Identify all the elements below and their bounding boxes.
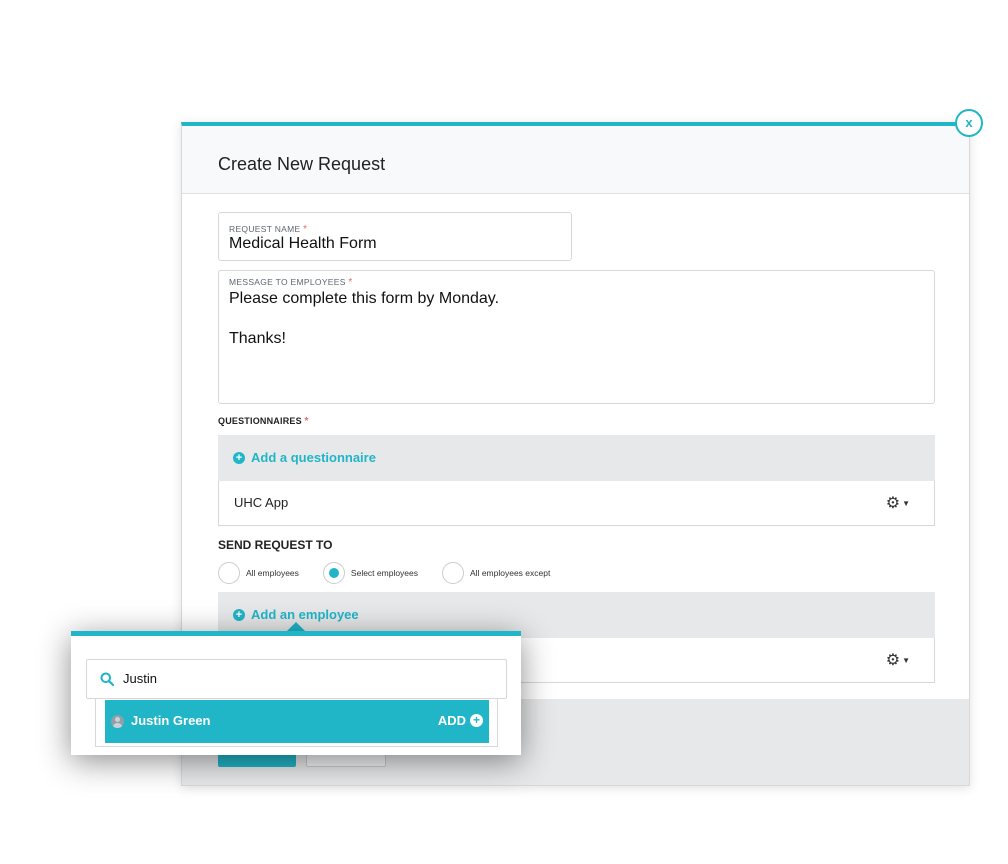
radio-button[interactable] bbox=[218, 562, 240, 584]
add-employee-link[interactable]: + Add an employee bbox=[233, 607, 359, 622]
required-mark: * bbox=[304, 416, 309, 427]
questionnaire-name: UHC App bbox=[234, 495, 289, 510]
message-value: Please complete this form by Monday. Tha… bbox=[229, 290, 500, 347]
employee-search-input[interactable]: Justin bbox=[86, 659, 507, 699]
gear-icon[interactable]: ⚙ ▼ bbox=[886, 650, 910, 670]
add-questionnaire-link[interactable]: + Add a questionnaire bbox=[233, 450, 376, 465]
message-field[interactable]: MESSAGE TO EMPLOYEES * Please complete t… bbox=[218, 270, 935, 404]
search-value: Justin bbox=[123, 671, 157, 686]
result-row[interactable]: Justin Green ADD + bbox=[105, 700, 489, 743]
add-employee-label: Add an employee bbox=[251, 607, 359, 622]
gear-icon[interactable]: ⚙ ▼ bbox=[886, 493, 910, 513]
caret-down-icon: ▼ bbox=[902, 498, 910, 508]
close-button[interactable]: x bbox=[955, 109, 983, 137]
plus-circle-icon: + bbox=[470, 714, 483, 727]
search-results: Justin Green ADD + bbox=[95, 699, 498, 747]
message-label: MESSAGE TO EMPLOYEES * bbox=[229, 277, 353, 288]
radio-label: All employees bbox=[246, 568, 299, 578]
plus-circle-icon: + bbox=[233, 608, 245, 621]
radio-button-selected[interactable] bbox=[322, 562, 345, 584]
caret-down-icon: ▼ bbox=[902, 655, 910, 665]
radio-all-employees-except[interactable]: All employees except bbox=[442, 562, 550, 584]
modal-header: Create New Request bbox=[182, 126, 969, 194]
send-to-radio-group: All employees Select employees All emplo… bbox=[218, 562, 574, 584]
questionnaires-label: QUESTIONNAIRES * bbox=[218, 416, 309, 427]
modal-title: Create New Request bbox=[218, 154, 386, 174]
popover-arrow bbox=[287, 622, 305, 631]
radio-all-employees[interactable]: All employees bbox=[218, 562, 299, 584]
radio-label: All employees except bbox=[470, 568, 551, 578]
employee-picker-popover: Justin Justin Green ADD + bbox=[71, 631, 521, 755]
send-request-to-label: SEND REQUEST TO bbox=[218, 538, 333, 552]
avatar-icon bbox=[111, 715, 124, 728]
add-employee-button[interactable]: ADD + bbox=[438, 713, 483, 728]
questionnaire-row: UHC App ⚙ ▼ bbox=[218, 481, 935, 526]
add-label: ADD bbox=[437, 713, 466, 728]
radio-select-employees[interactable]: Select employees bbox=[322, 562, 419, 584]
questionnaire-add-bar: + Add a questionnaire bbox=[218, 435, 935, 481]
add-questionnaire-label: Add a questionnaire bbox=[251, 450, 376, 465]
request-name-field[interactable]: REQUEST NAME * Medical Health Form bbox=[218, 212, 572, 261]
request-name-value: Medical Health Form bbox=[229, 235, 377, 252]
plus-circle-icon: + bbox=[233, 451, 245, 464]
search-icon bbox=[100, 672, 114, 686]
radio-label: Select employees bbox=[350, 568, 419, 578]
required-mark: * bbox=[348, 277, 353, 288]
radio-button[interactable] bbox=[442, 562, 465, 584]
result-name: Justin Green bbox=[131, 713, 211, 728]
